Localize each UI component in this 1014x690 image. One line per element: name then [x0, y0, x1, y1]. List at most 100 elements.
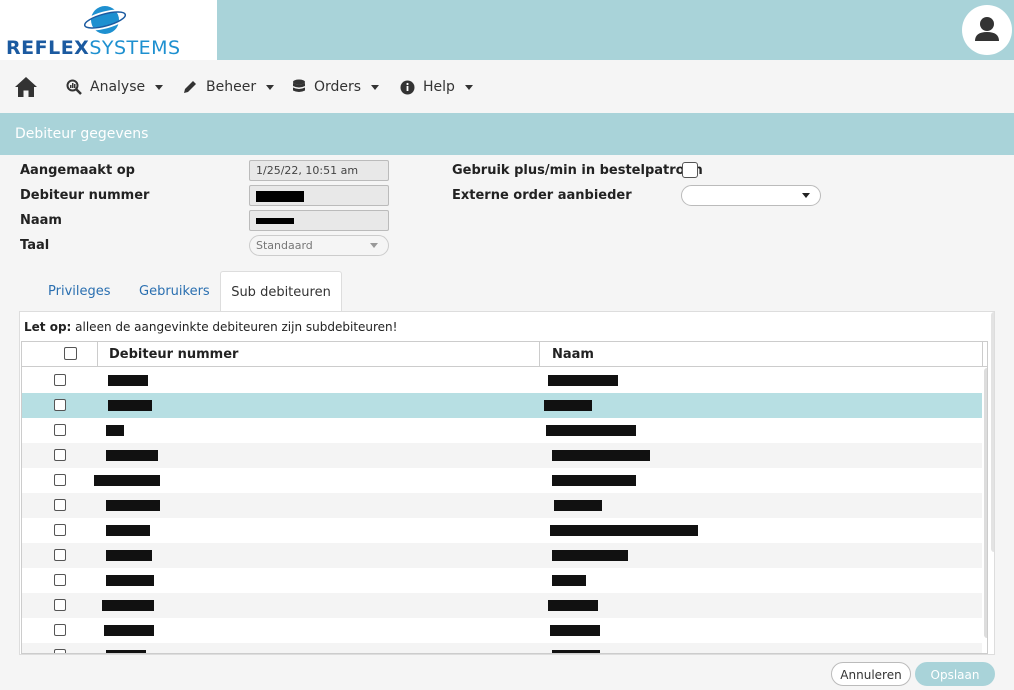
logo-text-bold: REFLEX — [6, 37, 90, 59]
nav-beheer[interactable]: Beheer — [182, 77, 275, 97]
info-icon — [400, 80, 415, 94]
nav-orders[interactable]: Orders — [292, 77, 380, 97]
section-header: Debiteur gegevens — [0, 113, 1014, 155]
table-row[interactable] — [22, 568, 982, 593]
redacted-debtor-name — [552, 450, 650, 461]
redacted-debtor-name — [552, 475, 636, 486]
home-button[interactable] — [14, 76, 38, 98]
grid-scrollbar[interactable] — [984, 368, 987, 638]
table-row[interactable] — [22, 418, 982, 443]
nav-analyse-label: Analyse — [90, 79, 146, 95]
row-checkbox[interactable] — [54, 374, 66, 386]
row-checkbox[interactable] — [54, 524, 66, 536]
cancel-button[interactable]: Annuleren — [831, 662, 911, 686]
user-icon — [975, 17, 999, 41]
plusmin-label: Gebruik plus/min in bestelpatroon — [452, 163, 703, 178]
redacted-debtor-name — [552, 650, 600, 653]
chevron-down-icon — [266, 84, 275, 90]
nav-orders-label: Orders — [314, 79, 362, 95]
table-row[interactable] — [22, 543, 982, 568]
panel-scrollbar[interactable] — [991, 312, 994, 552]
nav-analyse[interactable]: Analyse — [66, 77, 164, 97]
redacted-debtor-number — [108, 400, 152, 411]
analytics-search-icon — [66, 79, 82, 95]
redacted-debtor-number — [108, 375, 148, 386]
nav-help[interactable]: Help — [400, 77, 473, 97]
redacted-debtor-number — [106, 550, 152, 561]
column-separator — [539, 342, 540, 367]
select-all-checkbox[interactable] — [64, 347, 77, 360]
redacted-debtor-number — [106, 525, 150, 536]
subdebtor-grid: Debiteur nummer Naam — [21, 341, 988, 654]
redacted-debtor-number — [106, 500, 160, 511]
table-row[interactable] — [22, 393, 982, 418]
created-field: 1/25/22, 10:51 am — [249, 160, 389, 181]
subdebtor-note: Let op: alleen de aangevinkte debiteuren… — [24, 320, 397, 334]
plusmin-checkbox[interactable] — [682, 162, 698, 178]
redacted-debtor-name — [550, 525, 698, 536]
redacted-debtor-name — [550, 625, 600, 636]
redacted-value — [256, 190, 304, 202]
row-checkbox[interactable] — [54, 599, 66, 611]
external-provider-label: Externe order aanbieder — [452, 188, 632, 203]
home-icon — [15, 77, 37, 97]
row-checkbox[interactable] — [54, 449, 66, 461]
logo-text-light: SYSTEMS — [89, 37, 181, 59]
user-avatar-button[interactable] — [962, 5, 1012, 55]
redacted-debtor-number — [106, 575, 154, 586]
debtor-number-label: Debiteur nummer — [20, 188, 150, 203]
dropdown-arrow-icon — [370, 243, 378, 248]
language-label: Taal — [20, 238, 50, 253]
row-checkbox[interactable] — [54, 424, 66, 436]
row-checkbox[interactable] — [54, 499, 66, 511]
col-name[interactable]: Naam — [552, 347, 594, 362]
row-checkbox[interactable] — [54, 574, 66, 586]
external-provider-select[interactable] — [681, 185, 821, 206]
table-row[interactable] — [22, 593, 982, 618]
redacted-debtor-name — [548, 600, 598, 611]
save-button[interactable]: Opslaan — [915, 662, 995, 686]
row-checkbox[interactable] — [54, 549, 66, 561]
logo-wordmark: REFLEXSYSTEMS — [6, 37, 181, 59]
chevron-down-icon — [464, 84, 473, 90]
table-row[interactable] — [22, 468, 982, 493]
column-separator — [982, 342, 983, 367]
tab-gebruikers[interactable]: Gebruikers — [139, 271, 210, 312]
redacted-debtor-name — [548, 375, 618, 386]
row-checkbox[interactable] — [54, 474, 66, 486]
redacted-debtor-name — [552, 575, 586, 586]
name-field[interactable] — [249, 210, 389, 231]
section-title: Debiteur gegevens — [15, 126, 149, 142]
tab-sub-debiteuren[interactable]: Sub debiteuren — [220, 271, 342, 312]
note-bold: Let op: — [24, 320, 72, 334]
table-row[interactable] — [22, 368, 982, 393]
row-checkbox[interactable] — [54, 649, 66, 653]
table-row[interactable] — [22, 518, 982, 543]
note-text: alleen de aangevinkte debiteuren zijn su… — [71, 320, 398, 334]
redacted-debtor-name — [554, 500, 602, 511]
row-checkbox[interactable] — [54, 624, 66, 636]
created-label: Aangemaakt op — [20, 163, 135, 178]
database-icon — [293, 79, 305, 92]
debtor-number-field — [249, 185, 389, 206]
nav-beheer-label: Beheer — [206, 79, 257, 95]
row-checkbox[interactable] — [54, 399, 66, 411]
language-select[interactable]: Standaard — [249, 235, 389, 256]
logo[interactable]: REFLEXSYSTEMS — [0, 0, 217, 60]
redacted-debtor-number — [94, 475, 160, 486]
col-debtor-number[interactable]: Debiteur nummer — [109, 347, 238, 362]
table-row[interactable] — [22, 643, 982, 653]
table-row[interactable] — [22, 493, 982, 518]
redacted-debtor-name — [544, 400, 592, 411]
logo-globe-icon — [82, 6, 128, 34]
redacted-debtor-name — [552, 550, 628, 561]
table-row[interactable] — [22, 443, 982, 468]
redacted-debtor-number — [104, 625, 154, 636]
redacted-debtor-number — [106, 650, 146, 653]
tab-privileges[interactable]: Privileges — [48, 271, 111, 312]
redacted-debtor-name — [546, 425, 636, 436]
chevron-down-icon — [371, 84, 380, 90]
table-row[interactable] — [22, 618, 982, 643]
dropdown-arrow-icon — [802, 193, 810, 198]
redacted-debtor-number — [102, 600, 154, 611]
